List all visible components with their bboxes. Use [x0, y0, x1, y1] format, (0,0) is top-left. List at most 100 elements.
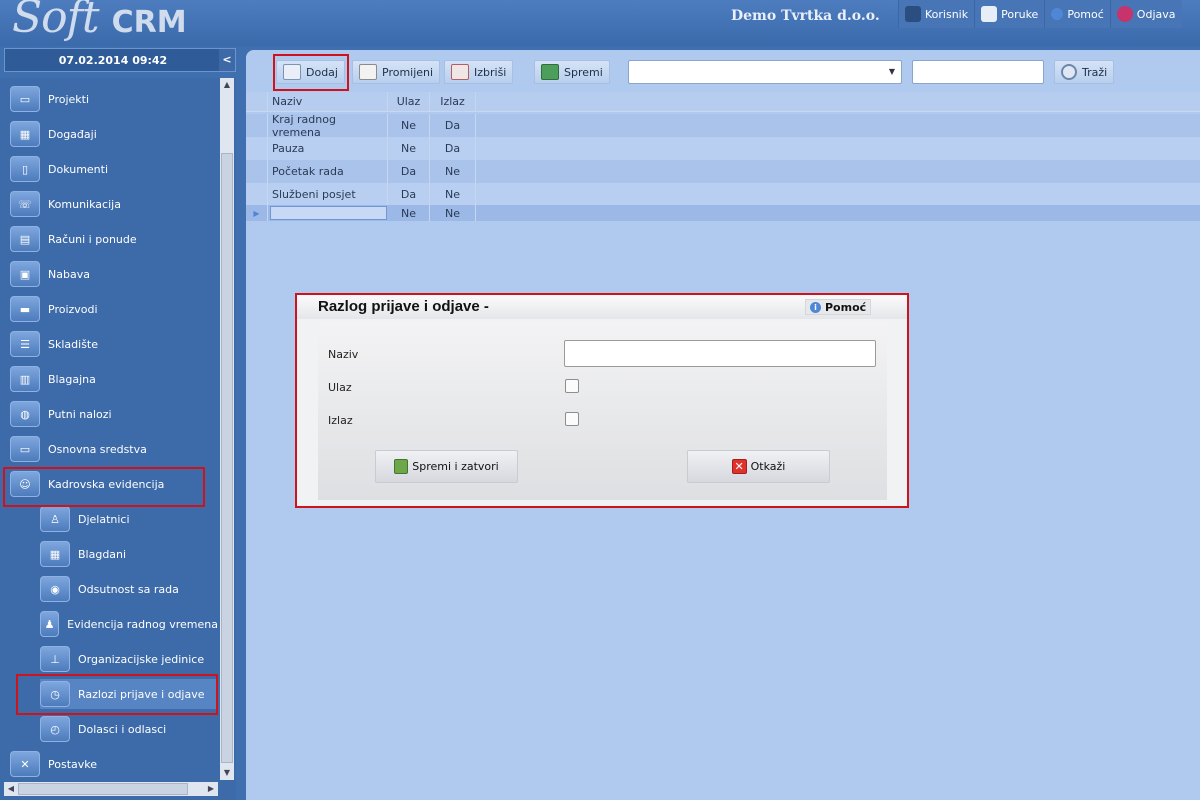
projects-icon: ▭: [10, 86, 40, 112]
sidebar-item-proizvodi[interactable]: ▬ Proizvodi: [10, 294, 210, 324]
app-logo: Soft CRM: [12, 0, 187, 43]
invoice-icon: ▤: [10, 226, 40, 252]
ulaz-label: Ulaz: [328, 381, 352, 394]
sidebar-item-dokumenti[interactable]: ▯ Dokumenti: [10, 154, 210, 184]
naziv-field[interactable]: [564, 340, 876, 367]
chevron-down-icon: ▼: [888, 67, 895, 76]
scrollbar-thumb[interactable]: [221, 153, 233, 763]
org-chart-icon: ⊥: [40, 646, 70, 672]
table-row[interactable]: Službeni posjet Da Ne: [246, 183, 1200, 206]
sidebar-item-nabava[interactable]: ▣ Nabava: [10, 259, 210, 289]
sidebar-item-blagajna[interactable]: ▥ Blagajna: [10, 364, 210, 394]
edit-button[interactable]: Promijeni: [352, 60, 441, 84]
save-icon: [541, 64, 559, 80]
top-nav: Korisnik Poruke Pomoć Odjava: [898, 0, 1182, 28]
column-naziv[interactable]: Naziv: [268, 92, 388, 111]
sidebar-item-komunikacija[interactable]: ☏ Komunikacija: [10, 189, 210, 219]
naziv-label: Naziv: [328, 348, 359, 361]
new-row[interactable]: ▶ Ne Ne: [246, 205, 1200, 221]
sidebar-item-projekti[interactable]: ▭ Projekti: [10, 84, 210, 114]
alarm-clock-icon: ◴: [40, 716, 70, 742]
table-row[interactable]: Kraj radnog vremena Ne Da: [246, 113, 1200, 139]
edit-icon: [359, 64, 377, 80]
user-icon: [905, 6, 921, 22]
save-button[interactable]: Spremi: [534, 60, 610, 84]
sidebar-horizontal-scrollbar[interactable]: ◀ ▶: [4, 782, 218, 796]
scroll-left-icon[interactable]: ◀: [4, 782, 18, 796]
delete-button[interactable]: Izbriši: [444, 60, 514, 84]
column-ulaz[interactable]: Ulaz: [388, 92, 430, 111]
dialog-help-button[interactable]: i Pomoć: [805, 299, 872, 315]
sidebar-subitem-dolasci-odlasci[interactable]: ◴ Dolasci i odlasci: [40, 714, 218, 744]
sidebar-subitem-organizacijske-jedinice[interactable]: ⊥ Organizacijske jedinice: [40, 644, 218, 674]
column-izlaz[interactable]: Izlaz: [430, 92, 476, 111]
calendar-icon: ▦: [10, 121, 40, 147]
ulaz-checkbox[interactable]: [565, 379, 579, 393]
scroll-down-icon[interactable]: ▼: [220, 766, 234, 780]
search-button[interactable]: Traži: [1054, 60, 1115, 84]
sidebar-subitem-razlozi-prijave[interactable]: ◷ Razlozi prijave i odjave: [40, 679, 218, 709]
topnav-odjava[interactable]: Odjava: [1109, 0, 1182, 28]
row-pointer-icon: ▶: [246, 205, 268, 221]
search-input[interactable]: [912, 60, 1044, 84]
table-row[interactable]: Početak rada Da Ne: [246, 160, 1200, 183]
reason-dialog: Razlog prijave i odjave - i Pomoć Naziv …: [295, 293, 909, 508]
info-icon: i: [810, 301, 821, 313]
sidebar-subitem-djelatnici[interactable]: ♙ Djelatnici: [40, 504, 218, 534]
sidebar-item-racuni[interactable]: ▤ Računi i ponude: [10, 224, 210, 254]
topnav-pomoc[interactable]: Pomoć: [1044, 0, 1110, 28]
dialog-title: Razlog prijave i odjave -: [318, 298, 489, 315]
dialog-body: Naziv Ulaz Izlaz Spremi i zatvori ✕ Otka…: [318, 323, 887, 500]
box-icon: ▬: [10, 296, 40, 322]
sidebar-item-putni-nalozi[interactable]: ◍ Putni nalozi: [10, 399, 210, 429]
filter-select[interactable]: ▼: [628, 60, 902, 84]
scrollbar-thumb[interactable]: [18, 783, 188, 795]
search-icon: [1061, 64, 1077, 80]
topnav-korisnik[interactable]: Korisnik: [898, 0, 975, 28]
add-icon: [283, 64, 301, 80]
envelope-icon: [981, 6, 998, 22]
procurement-icon: ▣: [10, 261, 40, 287]
datetime-bar: 07.02.2014 09:42 <: [4, 48, 236, 72]
close-icon: ✕: [731, 459, 747, 474]
sidebar-subitem-blagdani[interactable]: ▦ Blagdani: [40, 539, 218, 569]
clock-icon: ◷: [40, 681, 70, 707]
worktime-icon: ♟: [40, 611, 60, 637]
phone-icon: ☏: [10, 191, 40, 217]
delete-icon: [451, 64, 469, 80]
topnav-poruke[interactable]: Poruke: [974, 0, 1045, 28]
absence-icon: ◉: [40, 576, 70, 602]
sidebar-item-postavke[interactable]: ✕ Postavke: [10, 749, 210, 779]
save-and-close-button[interactable]: Spremi i zatvori: [375, 450, 518, 483]
save-icon: [394, 459, 409, 474]
info-icon: [1051, 8, 1064, 20]
scroll-up-icon[interactable]: ▲: [220, 78, 234, 92]
new-row-name-input[interactable]: [270, 206, 387, 220]
scroll-right-icon[interactable]: ▶: [204, 782, 218, 796]
dialog-header: Razlog prijave i odjave - i Pomoć: [297, 295, 907, 319]
warehouse-icon: ☰: [10, 331, 40, 357]
sidebar-item-skladiste[interactable]: ☰ Skladište: [10, 329, 210, 359]
izlaz-checkbox[interactable]: [565, 412, 579, 426]
toolbar: Dodaj Promijeni Izbriši Spremi ▼ Traži: [246, 50, 1200, 92]
sidebar-vertical-scrollbar[interactable]: ▲ ▼: [220, 78, 234, 780]
datetime: 07.02.2014 09:42: [58, 54, 168, 67]
company-name: Demo Tvrtka d.o.o.: [731, 8, 880, 24]
sidebar-item-kadrovska-evidencija[interactable]: ☺ Kadrovska evidencija: [10, 469, 210, 499]
power-icon: [1116, 6, 1133, 22]
table-row[interactable]: Pauza Ne Da: [246, 137, 1200, 160]
cancel-button[interactable]: ✕ Otkaži: [687, 450, 830, 483]
sidebar-subitem-evidencija-radnog-vremena[interactable]: ♟ Evidencija radnog vremena: [40, 609, 218, 639]
izlaz-label: Izlaz: [328, 414, 353, 427]
sidebar-item-osnovna-sredstva[interactable]: ▭ Osnovna sredstva: [10, 434, 210, 464]
collapse-sidebar-button[interactable]: <: [219, 49, 235, 71]
add-button[interactable]: Dodaj: [276, 60, 345, 84]
holiday-calendar-icon: ▦: [40, 541, 70, 567]
document-icon: ▯: [10, 156, 40, 182]
sidebar-subitem-odsutnost[interactable]: ◉ Odsutnost sa rada: [40, 574, 218, 604]
sidebar-item-dogadaji[interactable]: ▦ Događaji: [10, 119, 210, 149]
sidebar: ▭ Projekti ▦ Događaji ▯ Dokumenti ☏ Komunika…: [0, 78, 236, 800]
cash-icon: ▥: [10, 366, 40, 392]
top-bar: Soft CRM Demo Tvrtka d.o.o. Korisnik Por…: [0, 0, 1200, 46]
people-icon: ☺: [10, 471, 40, 497]
